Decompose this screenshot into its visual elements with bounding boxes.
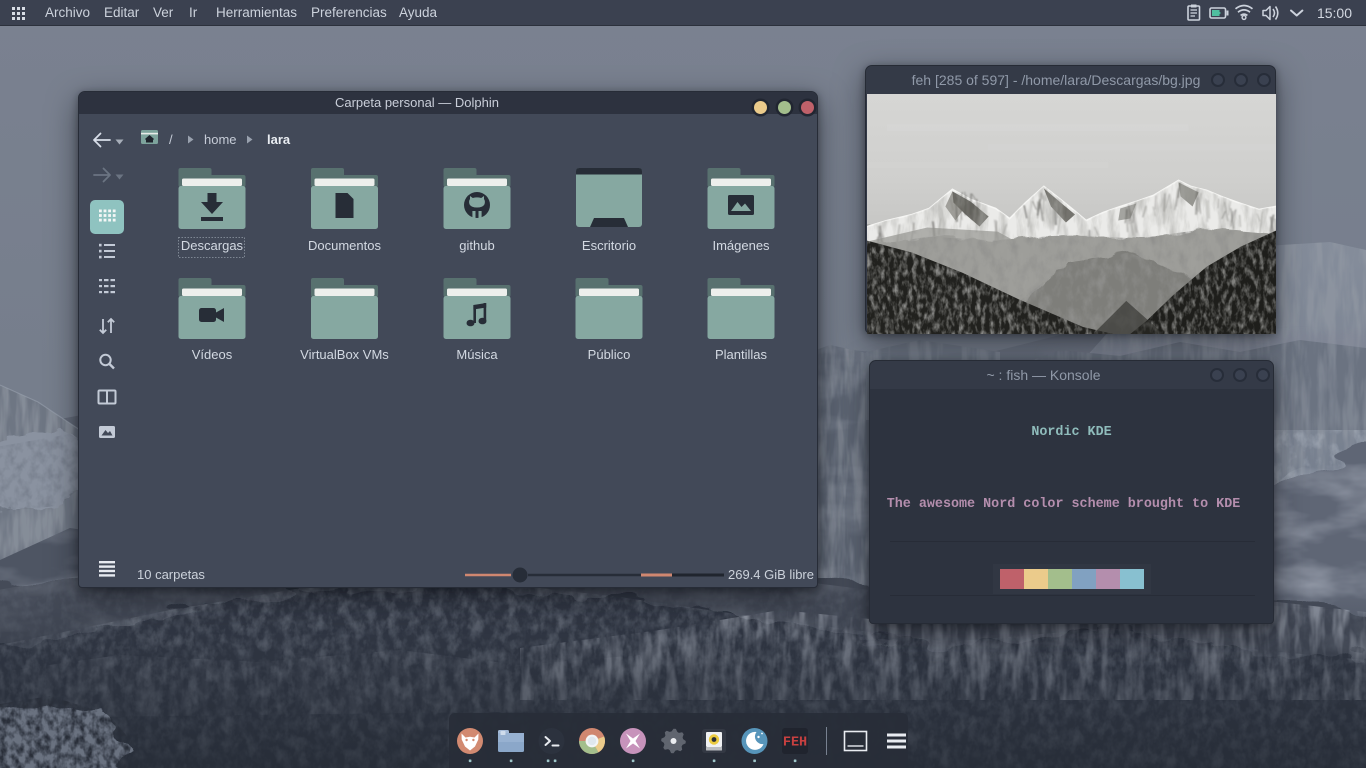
- svg-text:Vídeos: Vídeos: [192, 347, 233, 362]
- svg-text:Imágenes: Imágenes: [712, 238, 770, 253]
- svg-text:github: github: [459, 238, 494, 253]
- svg-text:Documentos: Documentos: [308, 238, 381, 253]
- svg-text:269.4 GiB libre: 269.4 GiB libre: [728, 567, 814, 582]
- svg-text:Música: Música: [456, 347, 498, 362]
- svg-text:lara: lara: [267, 132, 291, 147]
- svg-text:Escritorio: Escritorio: [582, 238, 636, 253]
- svg-text:Público: Público: [588, 347, 631, 362]
- svg-text:FEH: FEH: [783, 736, 807, 751]
- svg-text:Plantillas: Plantillas: [715, 347, 768, 362]
- svg-text:VirtualBox VMs: VirtualBox VMs: [300, 347, 389, 362]
- svg-text:/: /: [169, 132, 173, 147]
- svg-text:10 carpetas: 10 carpetas: [137, 567, 205, 582]
- svg-text:Descargas: Descargas: [181, 238, 244, 253]
- svg-text:home: home: [204, 132, 237, 147]
